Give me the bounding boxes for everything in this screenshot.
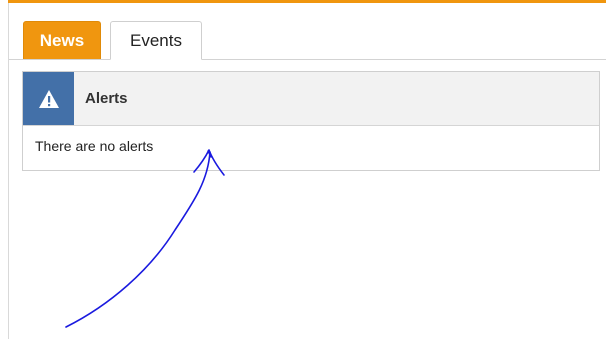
tab-news[interactable]: News (23, 21, 101, 59)
tab-news-label: News (39, 30, 85, 50)
alerts-panel-title: Alerts (85, 90, 128, 107)
alerts-panel: Alerts There are no alerts (22, 71, 600, 171)
page: News Events Alerts There are no alerts (0, 0, 606, 339)
alerts-panel-header: Alerts (23, 72, 599, 126)
tab-strip: News Events (9, 3, 606, 60)
tab-events-label: Events (130, 30, 182, 50)
tab-events[interactable]: Events (110, 21, 202, 60)
warning-icon (23, 72, 74, 125)
alerts-empty-message: There are no alerts (35, 138, 154, 154)
